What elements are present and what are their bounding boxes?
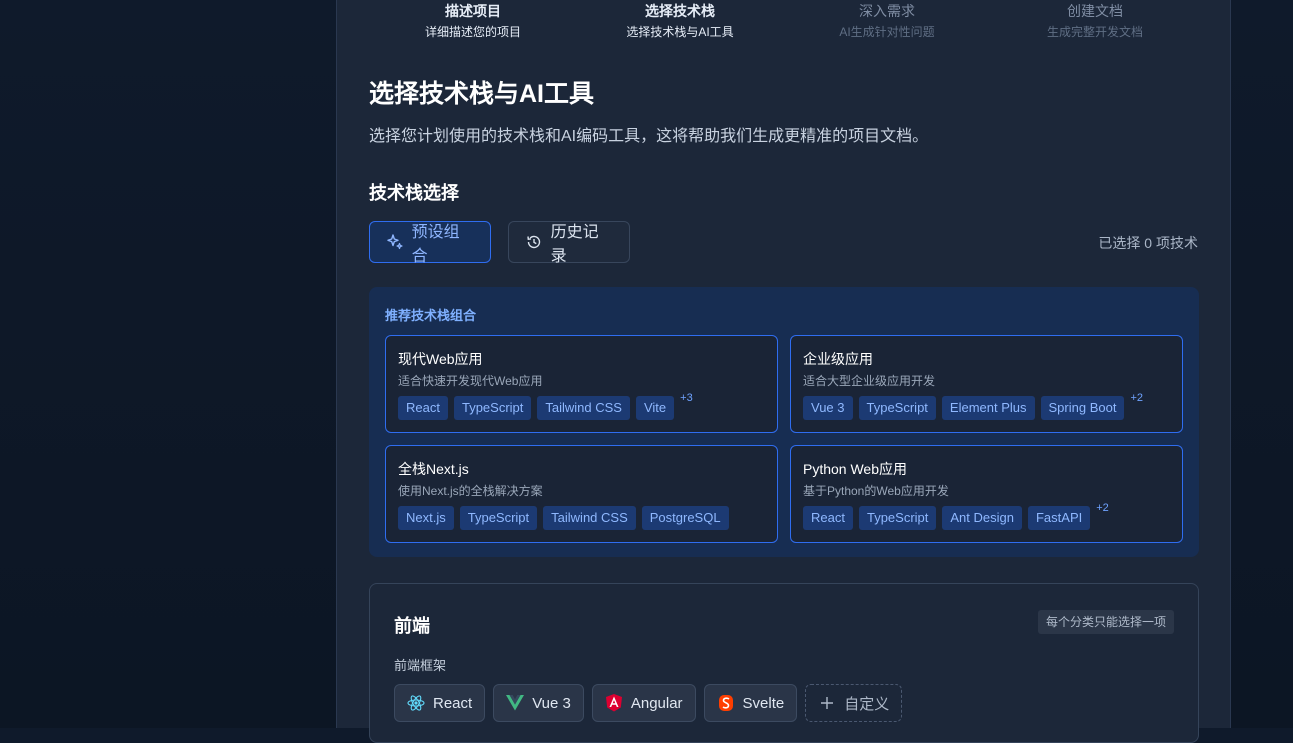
main-panel: 描述项目 详细描述您的项目 选择技术栈 选择技术栈与AI工具 深入需求 AI生成… (336, 0, 1231, 743)
tech-tag: Spring Boot (1040, 396, 1125, 420)
more-count: +2 (1130, 392, 1143, 404)
step-title: 选择技术栈 (645, 3, 715, 19)
frontend-title: 前端 (394, 616, 430, 636)
step-describe[interactable]: 描述项目 详细描述您的项目 (373, 2, 573, 41)
step-title: 深入需求 (859, 3, 915, 19)
svelte-icon (717, 694, 735, 712)
frontend-framework-label: 前端框架 (394, 658, 447, 673)
tab-preset-label: 预设组合 (411, 224, 460, 265)
more-count: +2 (1096, 502, 1109, 514)
tech-tag: Vite (635, 396, 675, 420)
preset-tags: React TypeScript Ant Design FastAPI +2 (803, 502, 1109, 530)
tech-tag: TypeScript (858, 396, 936, 420)
tech-tag: Next.js (398, 506, 454, 530)
option-label: Angular (630, 694, 683, 712)
tech-tag: Tailwind CSS (537, 396, 630, 420)
step-tech-stack[interactable]: 选择技术栈 选择技术栈与AI工具 (580, 2, 780, 41)
tech-tag: Vue 3 (803, 396, 853, 420)
option-react[interactable]: React (394, 684, 486, 722)
section-title: 技术栈选择 (369, 183, 459, 203)
recommended-stacks: 推荐技术栈组合 现代Web应用 适合快速开发现代Web应用 React Type… (369, 287, 1199, 557)
step-subtitle: 生成完整开发文档 (1046, 25, 1143, 39)
page-title: 选择技术栈与AI工具 (369, 80, 595, 108)
more-count: +3 (680, 392, 693, 404)
step-subtitle: 选择技术栈与AI工具 (626, 25, 734, 39)
page-lead: 选择您计划使用的技术栈和AI编码工具，这将帮助我们生成更精准的项目文档。 (369, 128, 929, 145)
tech-tag: Ant Design (942, 506, 1022, 530)
tech-tag: TypeScript (459, 506, 538, 530)
preset-desc: 适合快速开发现代Web应用 (398, 374, 543, 388)
recommended-title: 推荐技术栈组合 (385, 308, 477, 323)
preset-card-python-web[interactable]: Python Web应用 基于Python的Web应用开发 React Type… (790, 445, 1183, 543)
option-label: React (433, 694, 473, 712)
preset-desc: 适合大型企业级应用开发 (803, 374, 936, 388)
option-svelte[interactable]: Svelte (703, 684, 798, 722)
tech-tag: FastAPI (1027, 506, 1091, 530)
step-subtitle: AI生成针对性问题 (839, 25, 935, 39)
preset-desc: 基于Python的Web应用开发 (803, 484, 949, 498)
tab-history[interactable]: 历史记录 (508, 221, 630, 265)
tech-tag: Tailwind CSS (543, 506, 636, 530)
react-icon (407, 694, 425, 712)
preset-card-enterprise[interactable]: 企业级应用 适合大型企业级应用开发 Vue 3 TypeScript Eleme… (790, 335, 1183, 433)
step-title: 创建文档 (1067, 3, 1123, 19)
step-create-docs[interactable]: 创建文档 生成完整开发文档 (995, 2, 1195, 41)
history-icon (525, 233, 543, 251)
tech-tag: PostgreSQL (641, 506, 729, 530)
framework-options: React Vue 3 Angular Svelte 自定义 (394, 684, 903, 722)
add-custom-label: 自定义 (844, 695, 890, 713)
step-requirements[interactable]: 深入需求 AI生成针对性问题 (787, 2, 987, 41)
tech-tag: TypeScript (858, 506, 937, 530)
frontend-section: 前端 每个分类只能选择一项 前端框架 React Vue 3 Angular S… (369, 583, 1199, 743)
sparkles-icon (386, 233, 404, 251)
step-title: 描述项目 (445, 3, 501, 19)
single-select-note: 每个分类只能选择一项 (1037, 610, 1174, 634)
tab-preset[interactable]: 预设组合 (369, 221, 491, 265)
tech-tag: React (398, 396, 448, 420)
preset-tags: Vue 3 TypeScript Element Plus Spring Boo… (803, 392, 1143, 420)
tech-tag: React (803, 506, 853, 530)
selected-count: 已选择 0 项技术 (1098, 235, 1198, 251)
vue-icon (506, 694, 525, 712)
preset-name: 现代Web应用 (398, 351, 483, 367)
tab-history-label: 历史记录 (550, 224, 599, 265)
plus-icon (818, 694, 836, 712)
tech-tag: Element Plus (941, 396, 1035, 420)
option-vue[interactable]: Vue 3 (493, 684, 584, 722)
preset-card-modern-web[interactable]: 现代Web应用 适合快速开发现代Web应用 React TypeScript T… (385, 335, 778, 433)
add-custom-button[interactable]: 自定义 (805, 684, 903, 722)
preset-card-nextjs[interactable]: 全栈Next.js 使用Next.js的全栈解决方案 Next.js TypeS… (385, 445, 778, 543)
angular-icon (605, 694, 623, 712)
step-subtitle: 详细描述您的项目 (424, 25, 521, 39)
preset-name: Python Web应用 (803, 461, 908, 477)
stepper: 描述项目 详细描述您的项目 选择技术栈 选择技术栈与AI工具 深入需求 AI生成… (337, 0, 1230, 48)
preset-name: 全栈Next.js (398, 461, 469, 477)
preset-name: 企业级应用 (803, 351, 873, 367)
preset-tags: Next.js TypeScript Tailwind CSS PostgreS… (398, 506, 729, 530)
tech-tag: TypeScript (453, 396, 532, 420)
option-angular[interactable]: Angular (591, 684, 696, 722)
option-label: Vue 3 (532, 694, 571, 712)
preset-desc: 使用Next.js的全栈解决方案 (398, 484, 543, 498)
preset-tags: React TypeScript Tailwind CSS Vite +3 (398, 392, 693, 420)
option-label: Svelte (742, 694, 785, 712)
